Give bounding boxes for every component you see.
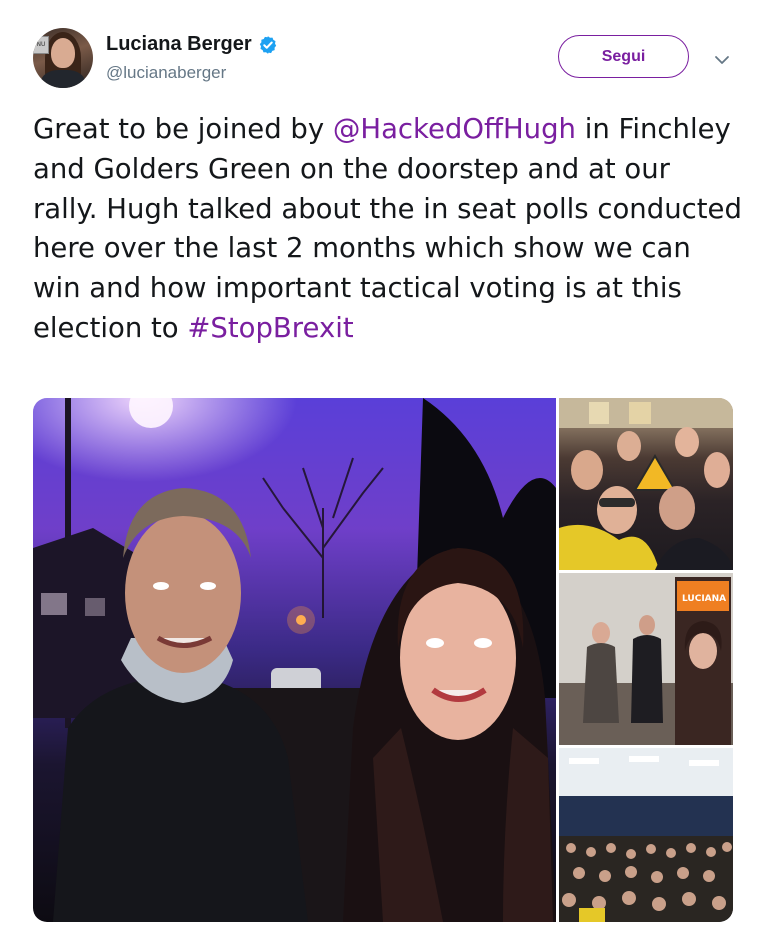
photo-group-selfie[interactable]: [559, 398, 733, 570]
photo-rally-speaking[interactable]: LUCIANA: [559, 573, 733, 745]
tweet-text: Great to be joined by @HackedOffHugh in …: [33, 110, 743, 349]
chevron-down-icon[interactable]: [712, 50, 732, 70]
media-grid: LUCIANA: [33, 398, 733, 922]
tweet-header: NU Luciana Berger @lucianaberger Segui: [0, 0, 759, 110]
verified-badge-icon: [258, 35, 278, 55]
tweet-text-part-1: Great to be joined by: [33, 113, 333, 145]
author-display-name[interactable]: Luciana Berger: [106, 33, 252, 56]
avatar[interactable]: NU: [33, 28, 93, 88]
photo-audience-hall[interactable]: [559, 748, 733, 922]
author-name-row: Luciana Berger: [106, 33, 278, 56]
photo-main-selfie[interactable]: [33, 398, 556, 922]
follow-button[interactable]: Segui: [558, 35, 689, 78]
hashtag-link[interactable]: #StopBrexit: [187, 312, 353, 344]
avatar-sign: NU: [33, 36, 49, 54]
banner-text: LUCIANA: [682, 594, 726, 604]
author-handle[interactable]: @lucianaberger: [106, 63, 226, 83]
tweet-text-part-2: in Finchley and Golders Green on the doo…: [33, 113, 742, 344]
mention-link[interactable]: @HackedOffHugh: [333, 113, 576, 145]
